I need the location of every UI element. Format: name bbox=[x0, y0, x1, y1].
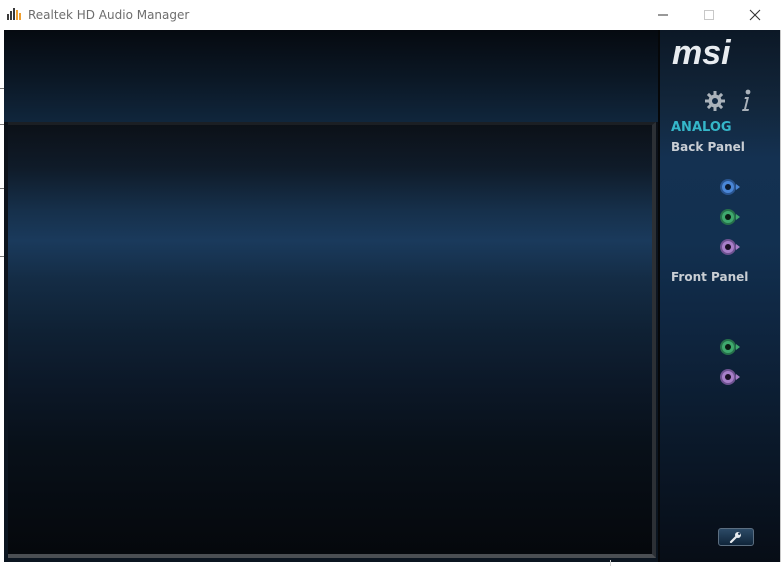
jack-icon bbox=[720, 179, 740, 195]
wrench-icon bbox=[729, 532, 741, 543]
minimize-icon bbox=[658, 14, 668, 16]
jack-icon bbox=[720, 209, 740, 225]
jack-icon bbox=[720, 369, 740, 385]
gear-icon[interactable] bbox=[704, 90, 726, 112]
info-icon[interactable] bbox=[738, 88, 754, 114]
window-right-edge bbox=[780, 30, 784, 562]
device-sidebar: msi ANALOG Back Panel Front Panel bbox=[658, 30, 782, 562]
realtek-audio-icon bbox=[7, 8, 21, 20]
advanced-settings-button[interactable] bbox=[718, 528, 754, 546]
jack-icon bbox=[720, 239, 740, 255]
msi-logo: msi bbox=[672, 36, 732, 70]
window-bottom-edge bbox=[0, 562, 784, 566]
maximize-icon bbox=[704, 10, 714, 20]
divider bbox=[610, 560, 611, 566]
front-panel-label: Front Panel bbox=[671, 270, 749, 284]
line-out-jack[interactable] bbox=[718, 208, 740, 226]
front-mic-jack[interactable] bbox=[718, 368, 740, 386]
close-icon bbox=[749, 9, 761, 21]
window-title: Realtek HD Audio Manager bbox=[28, 8, 190, 22]
brand-text: msi bbox=[672, 36, 732, 70]
close-button[interactable] bbox=[732, 0, 778, 30]
line-in-jack[interactable] bbox=[718, 178, 740, 196]
back-panel-label: Back Panel bbox=[671, 140, 745, 154]
jack-icon bbox=[720, 339, 740, 355]
mic-in-jack[interactable] bbox=[718, 238, 740, 256]
headphone-jack[interactable] bbox=[718, 338, 740, 356]
maximize-button[interactable] bbox=[686, 0, 732, 30]
minimize-button[interactable] bbox=[640, 0, 686, 30]
analog-section-title: ANALOG bbox=[671, 120, 732, 135]
client-area: msi ANALOG Back Panel Front Panel bbox=[4, 30, 782, 562]
realtek-window: Realtek HD Audio Manager msi ANALOG Back… bbox=[0, 0, 784, 566]
header-band bbox=[4, 30, 658, 122]
title-bar[interactable]: Realtek HD Audio Manager bbox=[0, 0, 784, 30]
main-content-panel bbox=[8, 122, 656, 558]
